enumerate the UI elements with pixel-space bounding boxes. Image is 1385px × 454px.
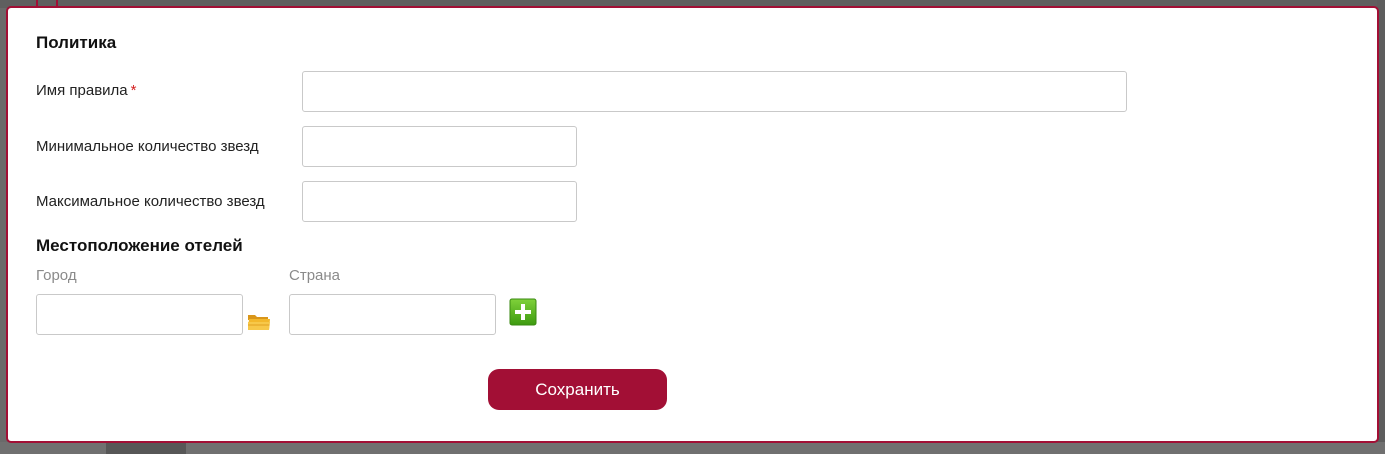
rule-name-label-text: Имя правила <box>36 82 128 99</box>
country-input[interactable] <box>289 294 496 335</box>
background-footer-strip <box>0 442 1385 454</box>
background-column <box>106 442 186 454</box>
save-button[interactable]: Сохранить <box>488 369 667 410</box>
min-stars-input[interactable] <box>302 126 577 167</box>
required-marker: * <box>130 82 137 99</box>
rule-name-input[interactable] <box>302 71 1127 112</box>
rule-name-label: Имя правила * <box>36 82 136 99</box>
min-stars-label: Минимальное количество звезд <box>36 138 259 155</box>
plus-icon[interactable] <box>509 298 537 326</box>
max-stars-input[interactable] <box>302 181 577 222</box>
country-label: Страна <box>289 267 341 284</box>
folder-icon[interactable] <box>246 310 272 332</box>
max-stars-label: Максимальное количество звезд <box>36 193 265 210</box>
city-input[interactable] <box>36 294 243 335</box>
hotel-location-title: Местоположение отелей <box>36 236 243 255</box>
policy-title: Политика <box>36 33 117 52</box>
policy-dialog: Политика Имя правила * Минимальное количе… <box>6 6 1379 443</box>
city-label: Город <box>36 267 77 284</box>
